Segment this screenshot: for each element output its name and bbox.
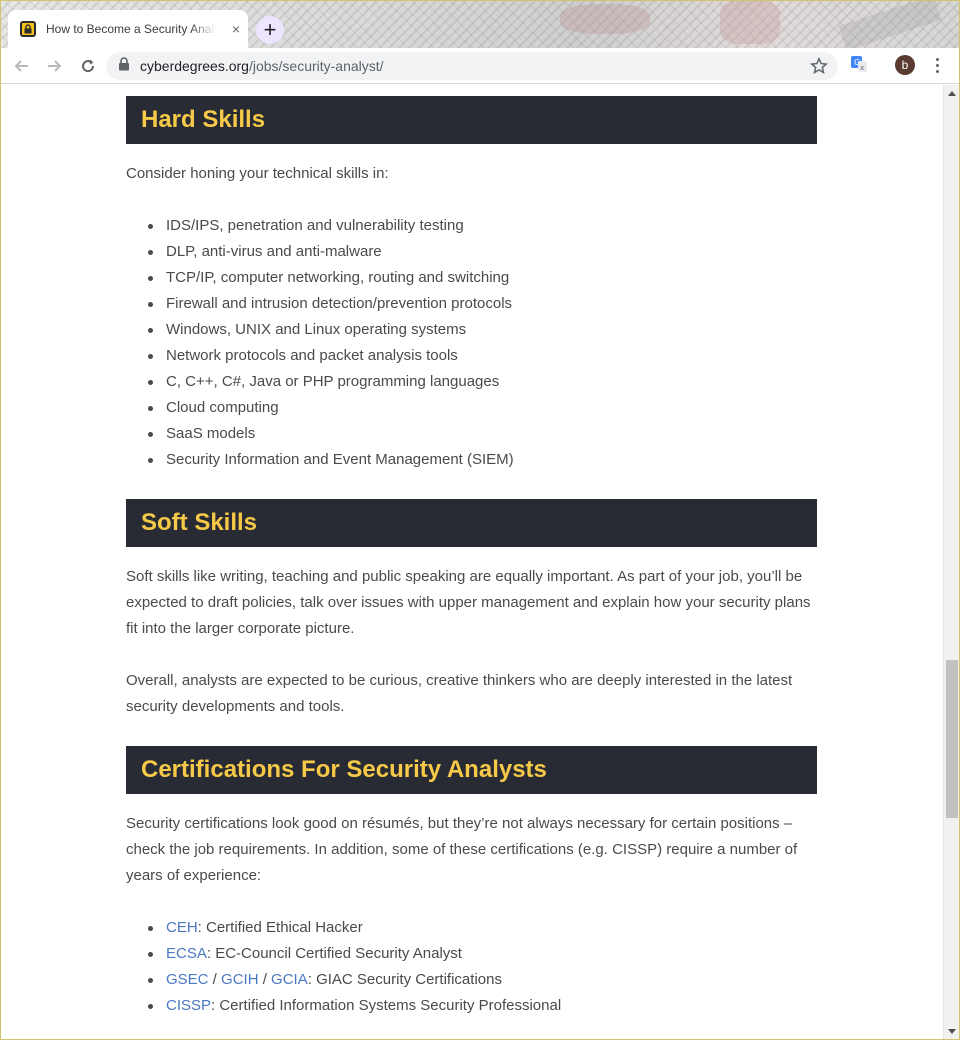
list-item: Firewall and intrusion detection/prevent… [148,291,817,317]
ceh-link[interactable]: CEH [166,919,198,936]
soft-skills-heading: Soft Skills [126,499,817,547]
certifications-intro: Security certifications look good on rés… [126,815,798,884]
certifications-list: CEH: Certified Ethical Hacker ECSA: EC-C… [126,915,817,1019]
gcih-link[interactable]: GCIH [221,971,259,988]
theme-decoration [838,0,942,48]
scrollbar-thumb[interactable] [946,660,958,818]
tab-title: How to Become a Security Analyst [46,22,216,36]
more-menu-icon[interactable] [930,56,944,74]
theme-decoration [560,4,650,34]
forward-arrow-icon[interactable] [42,54,66,78]
list-item: C, C++, C#, Java or PHP programming lang… [148,369,817,395]
bookmark-star-icon[interactable] [809,56,829,80]
tab-close-icon[interactable]: × [232,22,240,36]
list-item: TCP/IP, computer networking, routing and… [148,265,817,291]
list-item: GSEC / GCIH / GCIA: GIAC Security Certif… [148,967,817,993]
address-bar[interactable]: cyberdegrees.org/jobs/security-analyst/ [106,52,838,80]
browser-tab-active[interactable]: How to Become a Security Analyst × [8,10,248,48]
soft-skills-paragraph-2: Overall, analysts are expected to be cur… [126,672,793,715]
soft-skills-paragraph: Soft skills like writing, teaching and p… [126,568,811,637]
ecsa-link[interactable]: ECSA [166,945,207,962]
translate-icon[interactable]: Gx [850,55,868,78]
hard-skills-intro: Consider honing your technical skills in… [126,165,389,182]
hard-skills-list: IDS/IPS, penetration and vulnerability t… [126,213,817,473]
list-item: IDS/IPS, penetration and vulnerability t… [148,213,817,239]
url-text: cyberdegrees.org/jobs/security-analyst/ [140,58,384,74]
lock-icon [20,21,36,37]
vertical-scrollbar[interactable] [943,85,960,1040]
scroll-down-arrow-icon[interactable] [948,1029,956,1034]
secure-lock-icon [118,56,130,76]
page-viewport: Hard Skills Consider honing your technic… [0,85,943,1040]
hard-skills-heading: Hard Skills [126,96,817,144]
list-item: SaaS models [148,421,817,447]
reload-icon[interactable] [76,54,100,78]
list-item: CISSP: Certified Information Systems Sec… [148,993,817,1019]
svg-text:x: x [860,64,864,72]
scroll-up-arrow-icon[interactable] [948,91,956,96]
article-content: Hard Skills Consider honing your technic… [126,96,817,1019]
cissp-link[interactable]: CISSP [166,997,211,1014]
new-tab-button[interactable]: + [256,16,284,44]
list-item: CEH: Certified Ethical Hacker [148,915,817,941]
tab-strip: How to Become a Security Analyst × + [0,0,960,48]
profile-avatar[interactable]: b [895,55,915,75]
gsec-link[interactable]: GSEC [166,971,209,988]
list-item: Windows, UNIX and Linux operating system… [148,317,817,343]
certifications-heading: Certifications For Security Analysts [126,746,817,794]
list-item: Network protocols and packet analysis to… [148,343,817,369]
list-item: Security Information and Event Managemen… [148,447,817,473]
back-arrow-icon[interactable] [10,54,34,78]
list-item: Cloud computing [148,395,817,421]
browser-toolbar: cyberdegrees.org/jobs/security-analyst/ … [0,48,960,84]
list-item: ECSA: EC-Council Certified Security Anal… [148,941,817,967]
list-item: DLP, anti-virus and anti-malware [148,239,817,265]
gcia-link[interactable]: GCIA [271,971,308,988]
theme-decoration [720,0,780,44]
